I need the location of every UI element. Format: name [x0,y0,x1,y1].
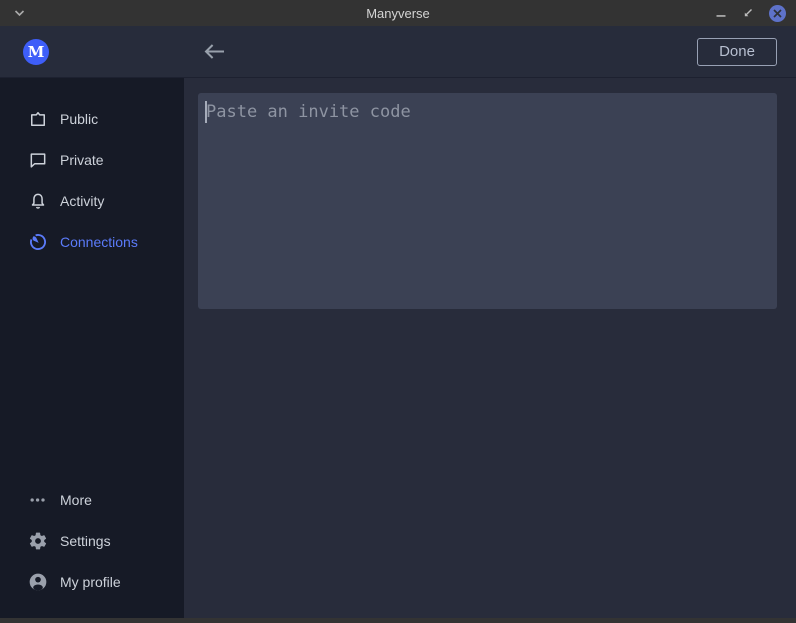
sidebar-item-label: Private [60,152,104,168]
app-header: M Done [0,26,796,78]
person-circle-icon [28,572,48,592]
sidebar: Public Private Activity [0,78,184,618]
bulletin-board-icon [28,109,48,129]
sidebar-item-private[interactable]: Private [0,139,184,180]
restore-icon[interactable] [742,8,753,19]
connections-dial-icon [28,232,48,252]
logo-zone: M [0,39,184,65]
arrow-left-icon [203,43,225,60]
main-content [184,78,796,618]
invite-input-wrap [198,93,777,314]
sidebar-item-label: More [60,492,92,508]
sidebar-item-more[interactable]: More [0,479,184,520]
ellipsis-icon [28,490,48,510]
window-bottom-edge [0,618,796,623]
sidebar-item-public[interactable]: Public [0,98,184,139]
window-controls [716,5,786,22]
bell-icon [28,191,48,211]
close-icon[interactable] [769,5,786,22]
minimize-icon[interactable] [716,8,726,18]
sidebar-spacer [0,262,184,479]
sidebar-item-connections[interactable]: Connections [0,221,184,262]
titlebar: Manyverse [0,0,796,26]
done-button[interactable]: Done [697,38,777,66]
gear-icon [28,531,48,551]
manyverse-window: Manyverse M [0,0,796,623]
sidebar-item-my-profile[interactable]: My profile [0,561,184,602]
sidebar-item-label: Public [60,111,98,127]
back-button[interactable] [203,43,225,60]
window-title: Manyverse [0,6,796,21]
manyverse-logo: M [23,39,49,65]
message-icon [28,150,48,170]
sidebar-item-label: Settings [60,533,111,549]
sidebar-item-activity[interactable]: Activity [0,180,184,221]
sidebar-item-label: My profile [60,574,121,590]
app-body: Public Private Activity [0,78,796,618]
sidebar-item-label: Connections [60,234,138,250]
sidebar-item-label: Activity [60,193,104,209]
invite-code-input[interactable] [198,93,777,309]
sidebar-item-settings[interactable]: Settings [0,520,184,561]
